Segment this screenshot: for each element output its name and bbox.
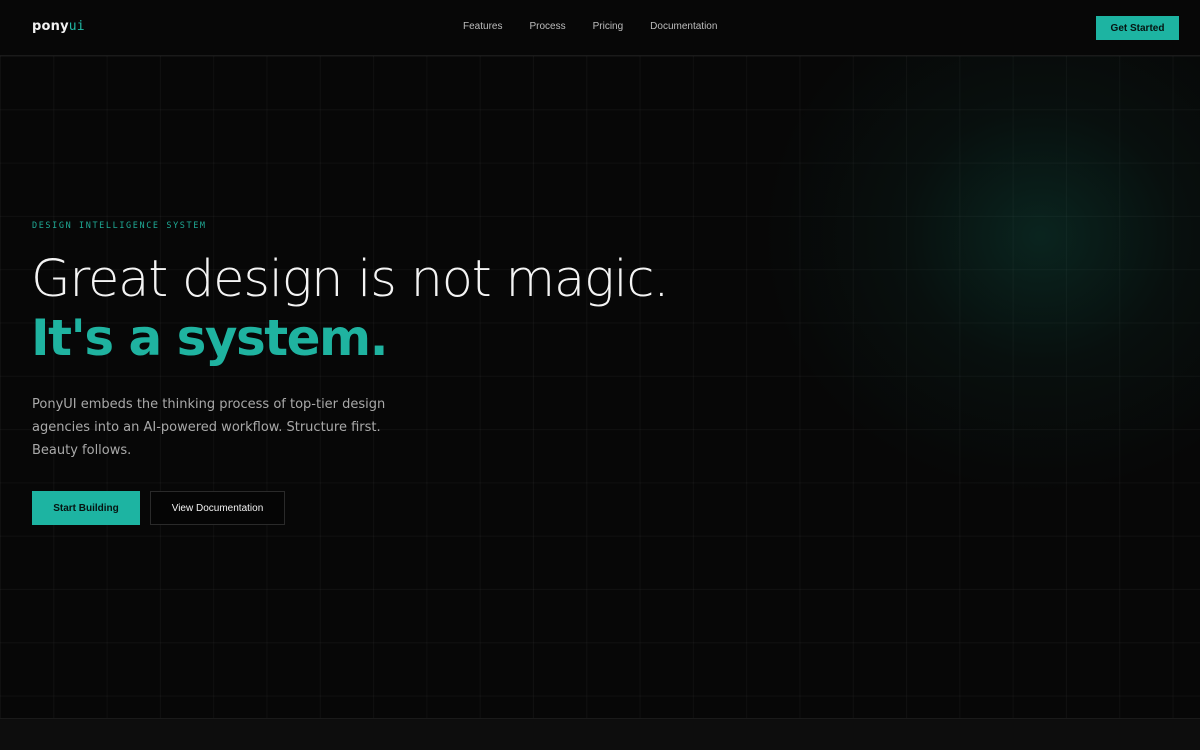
nav-links: Features Process Pricing Documentation — [463, 21, 717, 32]
hero-headline-accent: It's a system. — [31, 309, 389, 367]
top-nav: ponyui Features Process Pricing Document… — [0, 0, 1200, 56]
logo[interactable]: ponyui — [32, 19, 85, 34]
landing-page: ponyui Features Process Pricing Document… — [0, 0, 1200, 750]
hero-headline: Great design is not magic. — [31, 250, 669, 309]
start-building-button[interactable]: Start Building — [32, 491, 140, 525]
hero-description: PonyUI embeds the thinking process of to… — [32, 397, 386, 458]
get-started-button[interactable]: Get Started — [1096, 16, 1179, 40]
nav-link-pricing[interactable]: Pricing — [593, 21, 624, 32]
hero-eyebrow: DESIGN INTELLIGENCE SYSTEM — [32, 221, 207, 231]
nav-link-process[interactable]: Process — [529, 21, 565, 32]
nav-link-documentation[interactable]: Documentation — [650, 21, 717, 32]
view-documentation-button[interactable]: View Documentation — [150, 491, 285, 525]
grid-background — [0, 0, 1200, 718]
logo-accent: ui — [68, 19, 85, 34]
logo-main: pony — [32, 19, 69, 34]
next-section-edge — [0, 718, 1200, 750]
nav-link-features[interactable]: Features — [463, 21, 502, 32]
accent-glow — [760, 0, 1200, 496]
